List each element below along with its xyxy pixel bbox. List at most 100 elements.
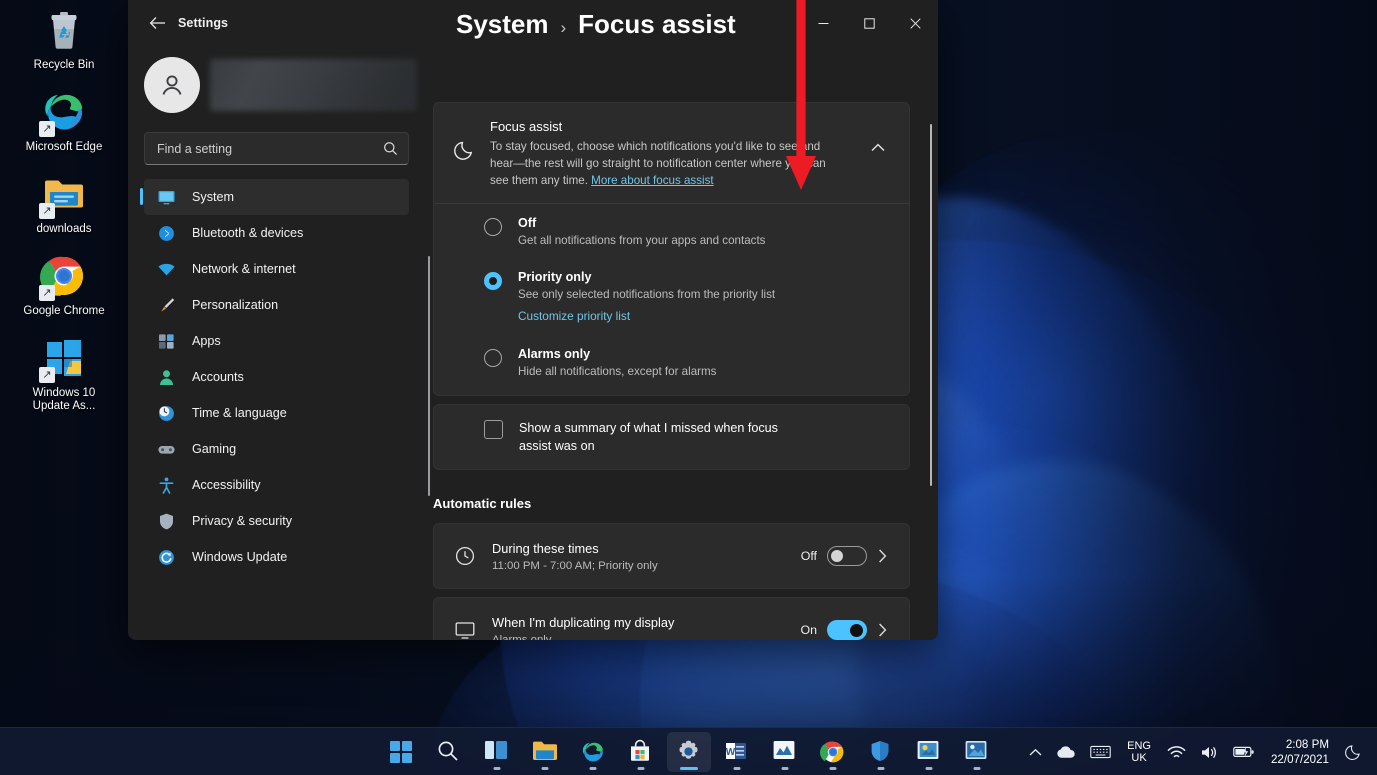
- taskbar-control-panel-button[interactable]: [907, 732, 951, 772]
- taskbar-search-button[interactable]: [427, 732, 471, 772]
- radio-button[interactable]: [484, 349, 502, 367]
- desktop-icon-windows-10-update-assistant[interactable]: ↗ Windows 10 Update As...: [14, 334, 114, 413]
- taskbar-google-chrome-button[interactable]: [811, 732, 855, 772]
- desktop-icon-label: Windows 10 Update As...: [16, 387, 112, 413]
- close-button[interactable]: [892, 0, 938, 46]
- desktop-icon-downloads-folder[interactable]: ↗ downloads: [14, 170, 114, 236]
- taskbar-word-button[interactable]: W: [715, 732, 759, 772]
- tray-clock[interactable]: 2:08 PM 22/07/2021: [1263, 732, 1337, 772]
- focus-option-alarms-only[interactable]: Alarms only Hide all notifications, exce…: [434, 335, 909, 395]
- customize-priority-list-link[interactable]: Customize priority list: [518, 309, 630, 323]
- taskbar-task-view-button[interactable]: [475, 732, 519, 772]
- radio-button[interactable]: [484, 272, 502, 290]
- breadcrumb-current: Focus assist: [578, 9, 736, 40]
- rule-title: When I'm duplicating my display: [492, 614, 712, 632]
- rule-toggle[interactable]: [827, 620, 867, 640]
- minimize-button[interactable]: [800, 0, 846, 46]
- breadcrumb-root[interactable]: System: [456, 9, 549, 40]
- sidebar-item-gaming[interactable]: Gaming: [144, 431, 409, 467]
- account-row[interactable]: [144, 50, 425, 120]
- speaker-icon[interactable]: [1194, 732, 1225, 772]
- focus-option-text: Off Get all notifications from your apps…: [502, 216, 765, 248]
- paintbrush-icon: [156, 295, 176, 315]
- sidebar-item-label: Personalization: [192, 298, 278, 312]
- sidebar-item-personalization[interactable]: Personalization: [144, 287, 409, 323]
- rule-state-label: Off: [801, 549, 817, 563]
- chevron-up-icon[interactable]: [861, 119, 895, 152]
- rule-state-label: On: [800, 623, 817, 637]
- taskbar-photos-button[interactable]: [955, 732, 999, 772]
- chevron-right-icon[interactable]: [867, 549, 897, 563]
- onedrive-cloud-icon[interactable]: [1050, 732, 1082, 772]
- sidebar-item-label: Apps: [192, 334, 221, 348]
- window-body: Find a setting: [128, 46, 938, 640]
- sidebar-item-label: System: [192, 190, 234, 204]
- rule-text: When I'm duplicating my display Alarms o…: [480, 614, 800, 640]
- chevron-right-icon[interactable]: [867, 623, 897, 637]
- folder-icon: ↗: [40, 170, 88, 218]
- taskbar-file-explorer-button[interactable]: [523, 732, 567, 772]
- battery-charging-icon[interactable]: [1227, 732, 1261, 772]
- sidebar-item-network-internet[interactable]: Network & internet: [144, 251, 409, 287]
- taskbar-settings-button[interactable]: [667, 732, 711, 772]
- taskbar-microsoft-store-button[interactable]: [619, 732, 663, 772]
- taskbar-microsoft-edge-button[interactable]: [571, 732, 615, 772]
- focus-option-priority-only[interactable]: Priority only See only selected notifica…: [434, 258, 909, 335]
- desktop-icon-microsoft-edge[interactable]: ↗ Microsoft Edge: [14, 88, 114, 154]
- rule-text: During these times 11:00 PM - 7:00 AM; P…: [480, 540, 801, 572]
- focus-assist-header[interactable]: Focus assist To stay focused, choose whi…: [434, 103, 909, 203]
- person-icon: [156, 367, 176, 387]
- tray-language-indicator[interactable]: ENG UK: [1119, 732, 1159, 772]
- focus-assist-header-text: Focus assist To stay focused, choose whi…: [480, 119, 861, 189]
- system-tray: ENG UK: [1023, 728, 1369, 775]
- sidebar-item-time-language[interactable]: Time & language: [144, 395, 409, 431]
- sidebar-item-label: Gaming: [192, 442, 236, 456]
- rule-toggle[interactable]: [827, 546, 867, 566]
- app-title: Settings: [178, 16, 228, 30]
- shield-icon: [868, 739, 894, 765]
- shortcut-overlay-icon: ↗: [39, 203, 55, 219]
- focus-assist-card: Focus assist To stay focused, choose whi…: [433, 102, 910, 396]
- taskbar-start-button[interactable]: [379, 732, 423, 772]
- rule-during-these-times[interactable]: During these times 11:00 PM - 7:00 AM; P…: [433, 523, 910, 589]
- desktop-icon-label: Microsoft Edge: [26, 141, 103, 154]
- sidebar-scrollbar[interactable]: [428, 256, 430, 496]
- sidebar-item-privacy-security[interactable]: Privacy & security: [144, 503, 409, 539]
- clock-icon: [450, 545, 480, 567]
- wifi-icon[interactable]: [1161, 732, 1192, 772]
- content-scrollbar[interactable]: [930, 124, 932, 486]
- rule-duplicating-display[interactable]: When I'm duplicating my display Alarms o…: [433, 597, 910, 640]
- sidebar-item-accounts[interactable]: Accounts: [144, 359, 409, 395]
- search-input[interactable]: Find a setting: [144, 132, 409, 165]
- clock-date: 22/07/2021: [1271, 752, 1329, 767]
- user-avatar-icon: [144, 57, 200, 113]
- desktop-icon-label: Google Chrome: [23, 305, 104, 318]
- maximize-button[interactable]: [846, 0, 892, 46]
- more-about-focus-assist-link[interactable]: More about focus assist: [591, 174, 713, 187]
- microsoft-edge-icon: ↗: [40, 88, 88, 136]
- tray-focus-moon-icon[interactable]: [1339, 732, 1369, 772]
- back-button[interactable]: [140, 8, 174, 38]
- sidebar-item-bluetooth-devices[interactable]: Bluetooth & devices: [144, 215, 409, 251]
- desktop-icon-recycle-bin[interactable]: Recycle Bin: [14, 6, 114, 72]
- sidebar-item-system[interactable]: System: [144, 179, 409, 215]
- sidebar-item-accessibility[interactable]: Accessibility: [144, 467, 409, 503]
- desktop-icon-google-chrome[interactable]: ↗ Google Chrome: [14, 252, 114, 318]
- focus-option-off[interactable]: Off Get all notifications from your apps…: [434, 204, 909, 258]
- tray-overflow-button[interactable]: [1023, 732, 1048, 772]
- google-chrome-icon: [820, 739, 846, 765]
- focus-summary-card[interactable]: Show a summary of what I missed when foc…: [433, 404, 910, 470]
- shield-icon: [156, 511, 176, 531]
- taskbar-windows-security-button[interactable]: [859, 732, 903, 772]
- sidebar-item-windows-update[interactable]: Windows Update: [144, 539, 409, 575]
- shortcut-overlay-icon: ↗: [39, 285, 55, 301]
- radio-button[interactable]: [484, 218, 502, 236]
- rule-subtitle: 11:00 PM - 7:00 AM; Priority only: [492, 560, 801, 572]
- taskbar-excel-chart-button[interactable]: [763, 732, 807, 772]
- monitor-icon: [450, 619, 480, 640]
- language-secondary: UK: [1131, 752, 1146, 764]
- navigation-pane: Find a setting: [128, 46, 433, 640]
- keyboard-icon[interactable]: [1084, 732, 1117, 772]
- show-summary-checkbox[interactable]: [484, 420, 503, 439]
- sidebar-item-apps[interactable]: Apps: [144, 323, 409, 359]
